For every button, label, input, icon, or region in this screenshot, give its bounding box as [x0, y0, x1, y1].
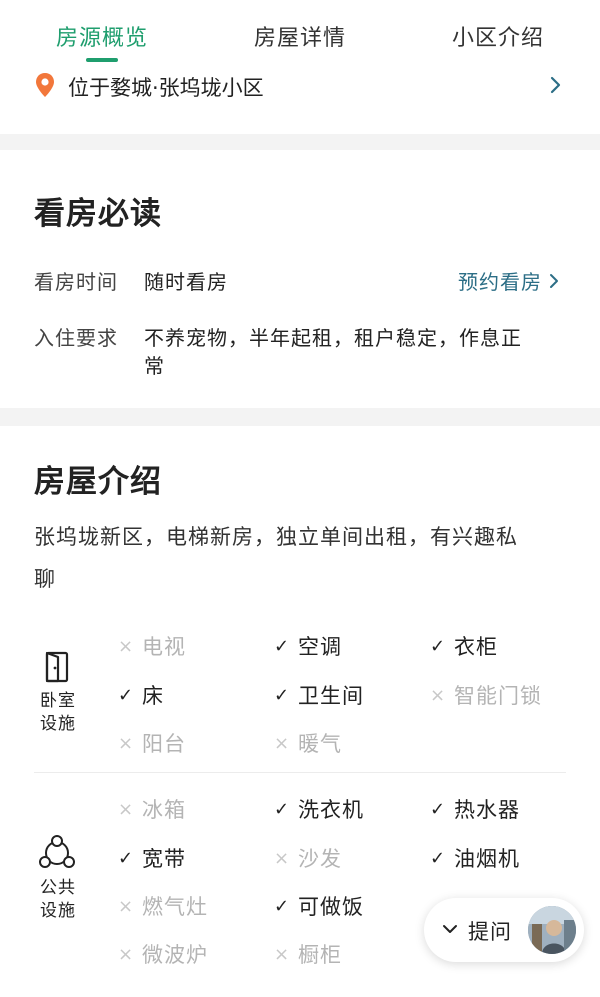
bedroom-label-line1: 卧室: [40, 691, 76, 711]
facility-smart-lock: × 智能门锁: [430, 684, 542, 708]
tab-bar: 房源概览 房屋详情 小区介绍: [0, 0, 600, 64]
facility-broadband: ✓ 宽带: [118, 847, 186, 871]
facility-air-conditioner: ✓ 空调: [274, 635, 342, 659]
active-tab-indicator: [86, 58, 118, 62]
move-in-requirement-line2: 常: [144, 354, 165, 378]
location-pin-icon: [34, 72, 56, 98]
book-viewing-label: 预约看房: [458, 270, 542, 294]
facility-fridge: × 冰箱: [118, 798, 186, 822]
public-label-line2: 设施: [40, 901, 76, 921]
facility-cabinet: × 橱柜: [274, 943, 342, 967]
tab-community-intro[interactable]: 小区介绍: [452, 20, 544, 52]
public-label-line1: 公共: [40, 878, 76, 898]
facility-sofa: × 沙发: [274, 847, 342, 871]
facility-balcony: × 阳台: [118, 732, 186, 756]
facility-heating: × 暖气: [274, 732, 342, 756]
facility-wardrobe: ✓ 衣柜: [430, 635, 498, 659]
chevron-down-icon: [443, 925, 457, 933]
viewing-time-label: 看房时间: [34, 270, 118, 294]
intro-title: 房屋介绍: [34, 464, 162, 500]
facility-washing-machine: ✓ 洗衣机: [274, 798, 364, 822]
intro-description-line2: 聊: [34, 567, 56, 591]
move-in-requirement-label: 入住要求: [34, 326, 118, 350]
community-icon: [34, 834, 80, 872]
facility-range-hood: ✓ 油烟机: [430, 847, 520, 871]
book-viewing-link[interactable]: 预约看房: [458, 266, 560, 295]
move-in-requirement-line1: 不养宠物，半年起租，租户稳定，作息正: [144, 326, 522, 350]
facility-gas-stove: × 燃气灶: [118, 895, 208, 919]
facility-bathroom: ✓ 卫生间: [274, 684, 364, 708]
viewing-title: 看房必读: [34, 196, 162, 232]
facility-microwave: × 微波炉: [118, 943, 208, 967]
agent-avatar[interactable]: [528, 906, 576, 954]
intro-description-line1: 张坞垅新区，电梯新房，独立单间出租，有兴趣私: [34, 525, 518, 549]
facility-water-heater: ✓ 热水器: [430, 798, 520, 822]
location-text[interactable]: 位于婺城·张坞垅小区: [68, 72, 264, 102]
viewing-time-value: 随时看房: [144, 270, 228, 294]
facility-bed: ✓ 床: [118, 684, 164, 708]
tab-overview[interactable]: 房源概览: [56, 20, 148, 52]
ask-question-label: 提问: [468, 920, 512, 944]
tab-house-details[interactable]: 房屋详情: [254, 20, 346, 52]
door-icon: [34, 650, 80, 684]
facility-divider: [34, 772, 566, 773]
chevron-right-icon[interactable]: [548, 76, 562, 94]
chevron-right-icon: [550, 273, 558, 288]
facility-cooking: ✓ 可做饭: [274, 895, 364, 919]
ask-question-button[interactable]: 提问: [424, 898, 584, 962]
facility-tv: × 电视: [118, 635, 186, 659]
bedroom-label-line2: 设施: [40, 714, 76, 734]
